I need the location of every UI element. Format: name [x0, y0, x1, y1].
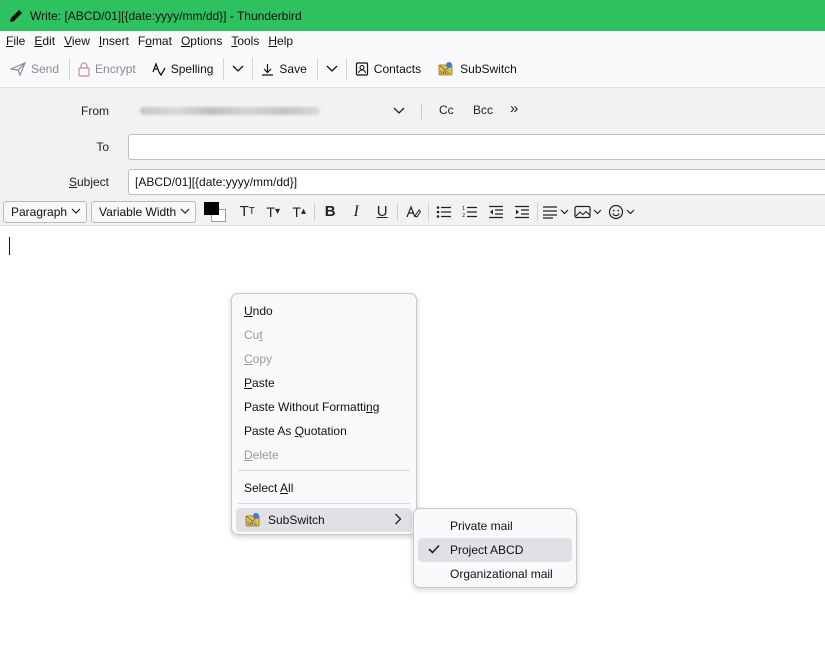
- save-dropdown[interactable]: [322, 56, 342, 82]
- larger-text-icon[interactable]: T ▴: [286, 201, 312, 223]
- window-title: Write: [ABCD/01][{date:yyyy/mm/dd}] - Th…: [30, 8, 302, 23]
- menu-item-paste[interactable]: Paste: [244, 376, 275, 390]
- indent-icon[interactable]: [509, 201, 535, 223]
- paragraph-format-select[interactable]: Paragraph: [3, 200, 88, 223]
- menu-options[interactable]: Options: [181, 34, 222, 48]
- insert-image-icon[interactable]: [572, 201, 606, 223]
- chevron-down-icon: [232, 65, 244, 72]
- menu-edit[interactable]: Edit: [34, 34, 55, 48]
- compose-toolbar: Send Encrypt Spelling Save Contacts SWG …: [0, 51, 825, 88]
- text-color-picker[interactable]: [202, 201, 228, 223]
- menu-insert[interactable]: Insert: [99, 34, 129, 48]
- bold-icon[interactable]: B: [317, 201, 343, 223]
- smaller-text-icon[interactable]: T ▾: [260, 201, 286, 223]
- submenu-item-organizational-mail[interactable]: Organizational mail: [450, 567, 553, 581]
- subject-field[interactable]: [ABCD/01][{date:yyyy/mm/dd}]: [128, 169, 825, 195]
- from-separator: [421, 103, 422, 119]
- svg-text:SWG: SWG: [247, 521, 257, 526]
- chevron-down-icon: [180, 208, 190, 214]
- subswitch-icon: SWG: [438, 62, 453, 76]
- subswitch-icon: SWG: [245, 513, 260, 527]
- more-recipients-button[interactable]: »: [510, 100, 518, 117]
- svg-text:2: 2: [462, 213, 465, 219]
- emoji-icon[interactable]: [606, 201, 640, 223]
- from-row: From Cc Bcc »: [0, 100, 825, 122]
- format-separator: [537, 202, 539, 221]
- italic-icon[interactable]: I: [343, 201, 369, 223]
- subswitch-submenu: Private mail Project ABCD Organizational…: [413, 508, 577, 588]
- menu-item-undo[interactable]: Undo: [244, 304, 273, 318]
- address-book-icon: [355, 62, 368, 76]
- encrypt-button[interactable]: Encrypt: [74, 56, 140, 82]
- text-color-swatch[interactable]: [204, 201, 220, 215]
- subject-row: Subject [ABCD/01][{date:yyyy/mm/dd}]: [0, 169, 825, 195]
- send-icon: [10, 62, 26, 76]
- checkmark-icon: [428, 544, 440, 554]
- contacts-button[interactable]: Contacts: [351, 56, 425, 82]
- lock-icon: [78, 61, 90, 77]
- menu-item-paste-as-quotation[interactable]: Paste As Quotation: [244, 424, 347, 438]
- format-toolbar: Paragraph Variable Width TT T ▾ T ▴ B I U …: [0, 198, 825, 226]
- toolbar-separator: [252, 58, 254, 80]
- save-button[interactable]: Save: [257, 56, 310, 82]
- cc-button[interactable]: Cc: [439, 103, 454, 117]
- menu-item-select-all[interactable]: Select All: [244, 481, 293, 495]
- toolbar-separator: [345, 58, 347, 80]
- menu-view[interactable]: View: [64, 34, 90, 48]
- underline-icon[interactable]: U: [369, 201, 395, 223]
- title-bar: Write: [ABCD/01][{date:yyyy/mm/dd}] - Th…: [0, 0, 825, 31]
- format-separator: [428, 202, 430, 221]
- menu-item-paste-without-formatting[interactable]: Paste Without Formatting: [244, 400, 379, 414]
- menu-separator: [238, 503, 410, 504]
- send-button[interactable]: Send: [6, 56, 63, 82]
- from-label: From: [81, 104, 109, 118]
- font-family-select[interactable]: Variable Width: [91, 200, 197, 223]
- format-separator: [314, 202, 316, 221]
- chevron-down-icon: [71, 208, 81, 214]
- spelling-button[interactable]: Spelling: [148, 56, 218, 82]
- toolbar-separator: [69, 58, 71, 80]
- svg-text:SWG: SWG: [440, 70, 450, 75]
- menu-item-delete[interactable]: Delete: [244, 448, 279, 462]
- chevron-down-icon[interactable]: [393, 104, 405, 118]
- menu-item-subswitch[interactable]: SWG SubSwitch: [236, 508, 412, 532]
- font-size-icon[interactable]: TT: [234, 201, 260, 223]
- to-field[interactable]: [128, 134, 825, 160]
- spellcheck-icon: [152, 62, 166, 76]
- menu-separator: [238, 470, 410, 471]
- menu-file[interactable]: File: [6, 34, 25, 48]
- menu-help[interactable]: Help: [268, 34, 293, 48]
- toolbar-separator: [223, 58, 225, 80]
- toolbar-separator: [316, 58, 318, 80]
- format-separator: [397, 202, 399, 221]
- subject-label: Subject: [68, 175, 109, 189]
- submenu-item-project-abcd[interactable]: Project ABCD: [450, 543, 523, 557]
- compose-headers: From Cc Bcc » To Subject [ABCD/01][{date…: [0, 88, 825, 198]
- remove-formatting-icon[interactable]: [400, 201, 426, 223]
- spelling-dropdown[interactable]: [228, 56, 248, 82]
- svg-text:1: 1: [462, 206, 465, 212]
- pencil-icon: [8, 8, 24, 24]
- bcc-button[interactable]: Bcc: [473, 103, 493, 117]
- download-icon: [262, 63, 274, 76]
- submenu-item-private-mail[interactable]: Private mail: [450, 519, 513, 533]
- subswitch-button[interactable]: SWG SubSwitch: [433, 56, 521, 82]
- menu-tools[interactable]: Tools: [231, 34, 259, 48]
- bulleted-list-icon[interactable]: [431, 201, 457, 223]
- menu-format[interactable]: Fomat: [138, 34, 172, 48]
- chevron-down-icon: [326, 65, 338, 72]
- menu-item-copy[interactable]: Copy: [244, 352, 272, 366]
- context-menu: Undo Cut Copy Paste Paste Without Format…: [231, 293, 417, 535]
- menu-item-cut[interactable]: Cut: [244, 328, 263, 342]
- outdent-icon[interactable]: [483, 201, 509, 223]
- text-cursor: [9, 237, 10, 255]
- chevron-right-icon: [395, 513, 402, 525]
- menu-bar: File Edit View Insert Fomat Options Tool…: [0, 31, 825, 51]
- from-address-redacted[interactable]: [140, 107, 320, 115]
- align-icon[interactable]: [540, 201, 572, 223]
- to-label: To: [96, 140, 109, 154]
- to-row: To: [0, 134, 825, 160]
- numbered-list-icon[interactable]: 12: [457, 201, 483, 223]
